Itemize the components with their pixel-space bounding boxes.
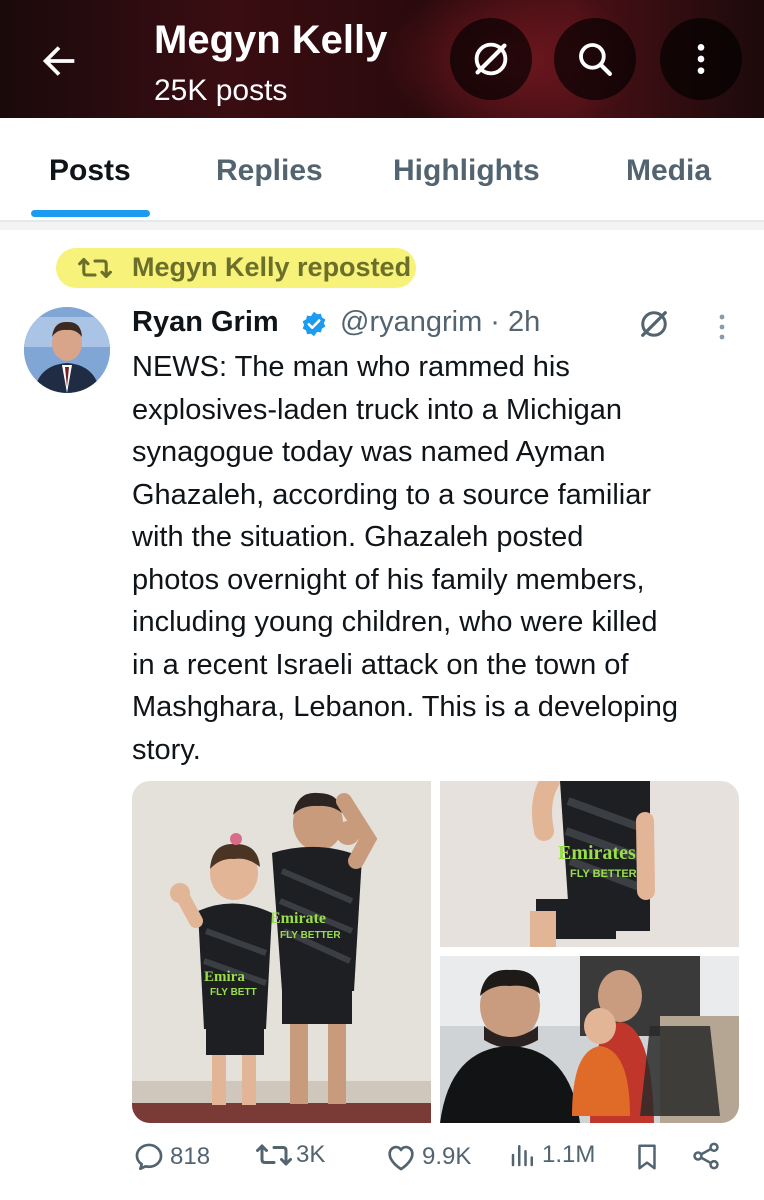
jersey-text: FLY BETTER [570,868,637,880]
tweet-text: NEWS: The man who rammed his explosives-… [132,351,679,766]
jersey-text: Emirate [270,910,326,927]
reply-icon [135,1143,163,1171]
share-button[interactable] [690,1140,726,1172]
tab-highlights[interactable]: Highlights [393,154,540,188]
view-count: 1.1M [542,1141,596,1168]
grok-icon [474,42,508,76]
more-horizontal-icon[interactable] [712,312,732,342]
like-button[interactable]: 9.9K [384,1140,471,1174]
avatar-image [24,307,110,393]
bookmark-icon [638,1144,656,1170]
author-handle-time[interactable]: @ryangrim · 2h [340,306,540,339]
photo-child-jersey[interactable]: Emirates FLY BETTER [440,781,739,947]
section-divider [0,222,764,230]
post-count: 25K posts [154,74,288,107]
verified-badge-icon [302,311,326,337]
profile-tabs: Posts Replies Highlights Media [0,118,764,222]
reply-count: 818 [170,1143,211,1170]
jersey-text: Emirates [558,842,636,864]
heart-icon [388,1145,414,1171]
repost-icon [78,258,112,278]
profile-title: Megyn Kelly [154,18,388,62]
repost-label[interactable]: Megyn Kelly reposted [132,252,411,283]
reply-button[interactable]: 818 [132,1140,210,1174]
grok-button[interactable] [450,18,532,100]
tab-replies[interactable]: Replies [216,154,323,188]
repost-count: 3K [296,1141,326,1168]
tweet-media-grid[interactable]: Emirate FLY BETTER Emira FLY BETT Emirat… [132,781,739,1123]
views-icon [511,1145,533,1167]
avatar[interactable] [24,307,110,393]
more-vertical-icon [697,44,705,74]
active-tab-indicator [31,210,150,217]
photo-selfie[interactable] [440,956,739,1123]
grok-icon[interactable] [636,306,672,342]
tweet-action-bar: 818 3K 9.9K 1.1M [132,1140,732,1184]
jersey-text: FLY BETT [210,987,257,998]
bookmark-button[interactable] [632,1140,666,1174]
repost-button[interactable]: 3K [256,1140,325,1170]
tab-posts[interactable]: Posts [49,154,131,188]
more-options-button[interactable] [660,18,742,100]
jersey-text: Emira [204,969,245,985]
repost-icon [256,1144,292,1166]
photo-children[interactable]: Emirate FLY BETTER Emira FLY BETT [132,781,431,1123]
arrow-left-icon [42,46,75,76]
search-icon [579,43,612,76]
tab-media[interactable]: Media [626,154,711,188]
search-button[interactable] [554,18,636,100]
author-name[interactable]: Ryan Grim [132,306,279,339]
like-count: 9.9K [422,1143,472,1170]
profile-header: Megyn Kelly 25K posts [0,0,764,118]
share-icon [693,1142,719,1170]
views-button[interactable]: 1.1M [508,1140,595,1170]
jersey-text: FLY BETTER [280,930,341,941]
back-button[interactable] [36,38,82,84]
